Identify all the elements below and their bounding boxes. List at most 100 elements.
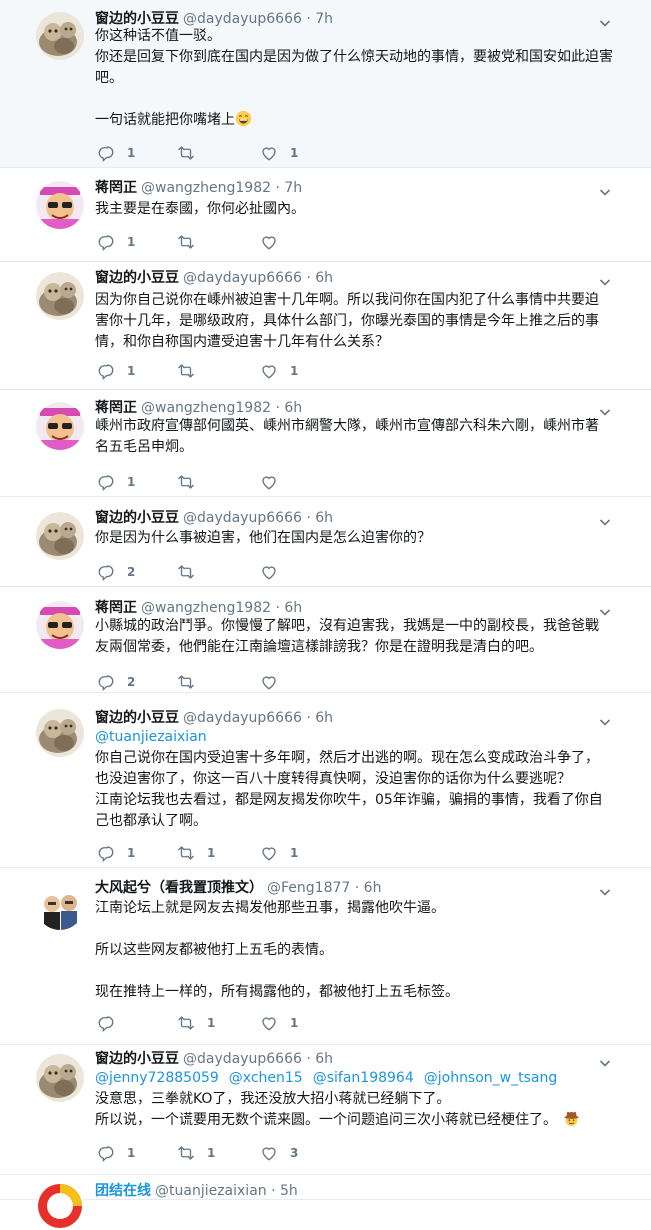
separator-dot: ·	[350, 880, 364, 896]
like-button[interactable]	[260, 562, 290, 582]
tweet-header: 窗边的小豆豆 @daydayup6666 · 6h	[95, 709, 333, 727]
avatar[interactable]	[36, 1182, 84, 1230]
like-button[interactable]: 1	[260, 843, 298, 863]
display-name[interactable]: 窗边的小豆豆	[95, 270, 179, 286]
timestamp[interactable]: 6h	[315, 270, 333, 286]
reply-button[interactable]: 1	[97, 1143, 135, 1163]
reply-button[interactable]: 1	[97, 361, 135, 381]
separator-dot: ·	[271, 400, 285, 416]
retweet-button[interactable]: 1	[177, 843, 215, 863]
reply-button[interactable]: 2	[97, 562, 135, 582]
chevron-down-icon[interactable]	[599, 403, 611, 416]
chevron-down-icon[interactable]	[599, 513, 611, 526]
mention-link[interactable]: @xchen15	[229, 1070, 303, 1086]
retweet-icon	[177, 1144, 195, 1162]
display-name[interactable]: 窗边的小豆豆	[95, 510, 179, 526]
timestamp[interactable]: 6h	[284, 400, 302, 416]
chevron-down-icon[interactable]	[599, 883, 611, 896]
like-button[interactable]	[260, 672, 290, 692]
mention-link[interactable]: @sifan198964	[313, 1070, 414, 1086]
chevron-down-icon[interactable]	[599, 713, 611, 726]
text-line-content: 小縣城的政治鬥爭。你慢慢了解吧，沒有迫害我，我媽是一中的副校長，我爸爸戰	[95, 618, 599, 634]
retweet-button[interactable]	[177, 361, 207, 381]
reply-button[interactable]: 1	[97, 232, 135, 252]
display-name[interactable]: 窗边的小豆豆	[95, 710, 179, 726]
user-handle[interactable]: @tuanjiezaixian	[155, 1183, 267, 1199]
retweet-button[interactable]	[177, 672, 207, 692]
chevron-down-icon[interactable]	[599, 183, 611, 196]
timestamp[interactable]: 6h	[364, 880, 382, 896]
retweet-button[interactable]	[177, 472, 207, 492]
like-button[interactable]	[260, 232, 290, 252]
avatar[interactable]	[36, 512, 84, 560]
timestamp[interactable]: 6h	[284, 600, 302, 616]
reply-button[interactable]: 1	[97, 472, 135, 492]
text-line-content: 你这种话不值一驳。	[95, 28, 221, 44]
user-handle[interactable]: @wangzheng1982	[141, 400, 271, 416]
avatar[interactable]	[36, 402, 84, 450]
user-handle[interactable]: @wangzheng1982	[141, 180, 271, 196]
retweet-button[interactable]	[177, 562, 207, 582]
display-name[interactable]: 窗边的小豆豆	[95, 1051, 179, 1067]
retweet-button[interactable]	[177, 143, 207, 163]
avatar[interactable]	[36, 882, 84, 930]
display-name[interactable]: 蒋罔正	[95, 600, 137, 616]
retweet-button[interactable]	[177, 232, 207, 252]
timestamp[interactable]: 6h	[315, 510, 333, 526]
mention-link[interactable]: @tuanjiezaixian	[95, 729, 207, 745]
like-icon	[260, 233, 278, 251]
user-handle[interactable]: @daydayup6666	[183, 1051, 302, 1067]
avatar[interactable]	[36, 12, 84, 60]
user-handle[interactable]: @wangzheng1982	[141, 600, 271, 616]
reply-button[interactable]	[97, 1013, 127, 1033]
separator-dot: ·	[266, 1183, 281, 1199]
timestamp[interactable]: 6h	[315, 1051, 333, 1067]
timestamp[interactable]: 7h	[315, 11, 333, 27]
like-button[interactable]: 1	[260, 1013, 298, 1033]
chevron-down-icon[interactable]	[599, 273, 611, 286]
avatar[interactable]	[36, 601, 84, 649]
chevron-down-icon[interactable]	[599, 1054, 611, 1067]
text-line: 你还是回复下你到底在国内是因为做了什么惊天动地的事情，要被党和国安如此迫害吧。	[95, 47, 625, 89]
tweet-text: 我主要是在泰國，你何必扯國內。	[95, 199, 625, 220]
reply-button[interactable]: 1	[97, 843, 135, 863]
retweet-button[interactable]: 1	[177, 1013, 215, 1033]
display-name[interactable]: 窗边的小豆豆	[95, 11, 179, 27]
user-handle[interactable]: @daydayup6666	[183, 270, 302, 286]
tweet-text: 嵊州市政府宣傳部何國英、嵊州市網警大隊，嵊州市宣傳部六科朱六剛，嵊州市著 名五毛呂…	[95, 416, 625, 458]
mention-link[interactable]: @johnson_w_tsang	[424, 1070, 558, 1086]
like-button[interactable]: 3	[260, 1143, 298, 1163]
display-name[interactable]: 大风起兮（看我置顶推文）	[95, 880, 263, 896]
text-line: 你是因为什么事被迫害，他们在国内是怎么迫害你的？	[95, 528, 625, 549]
reply-button[interactable]: 2	[97, 672, 135, 692]
display-name[interactable]: 蒋罔正	[95, 400, 137, 416]
avatar[interactable]	[36, 1054, 84, 1102]
tweet-header: 窗边的小豆豆 @daydayup6666 · 6h	[95, 509, 333, 527]
text-line: 名五毛呂申炯。	[95, 437, 625, 458]
user-handle[interactable]: @daydayup6666	[183, 11, 302, 27]
like-button[interactable]: 1	[260, 361, 298, 381]
display-name[interactable]: 蒋罔正	[95, 180, 137, 196]
retweet-icon	[177, 473, 195, 491]
avatar[interactable]	[36, 709, 84, 757]
avatar[interactable]	[36, 272, 84, 320]
user-handle[interactable]: @Feng1877	[267, 880, 350, 896]
display-name[interactable]: 团结在线	[95, 1183, 151, 1199]
timestamp[interactable]: 6h	[315, 710, 333, 726]
chevron-down-icon[interactable]	[599, 603, 611, 616]
like-icon	[260, 1014, 278, 1032]
avatar[interactable]	[36, 181, 84, 229]
like-button[interactable]: 1	[260, 143, 298, 163]
timestamp[interactable]: 7h	[284, 180, 302, 196]
retweet-count: 1	[207, 1016, 216, 1030]
user-handle[interactable]: @daydayup6666	[183, 510, 302, 526]
retweet-button[interactable]: 1	[177, 1143, 215, 1163]
timestamp[interactable]: 5h	[280, 1183, 298, 1199]
tweet-text: 你这种话不值一驳。你还是回复下你到底在国内是因为做了什么惊天动地的事情，要被党和…	[95, 26, 625, 131]
mention-link[interactable]: @jenny72885059	[95, 1070, 219, 1086]
reply-button[interactable]: 1	[97, 143, 135, 163]
like-button[interactable]	[260, 472, 290, 492]
user-handle[interactable]: @daydayup6666	[183, 710, 302, 726]
separator-dot: ·	[301, 11, 316, 27]
chevron-down-icon[interactable]	[599, 14, 611, 27]
